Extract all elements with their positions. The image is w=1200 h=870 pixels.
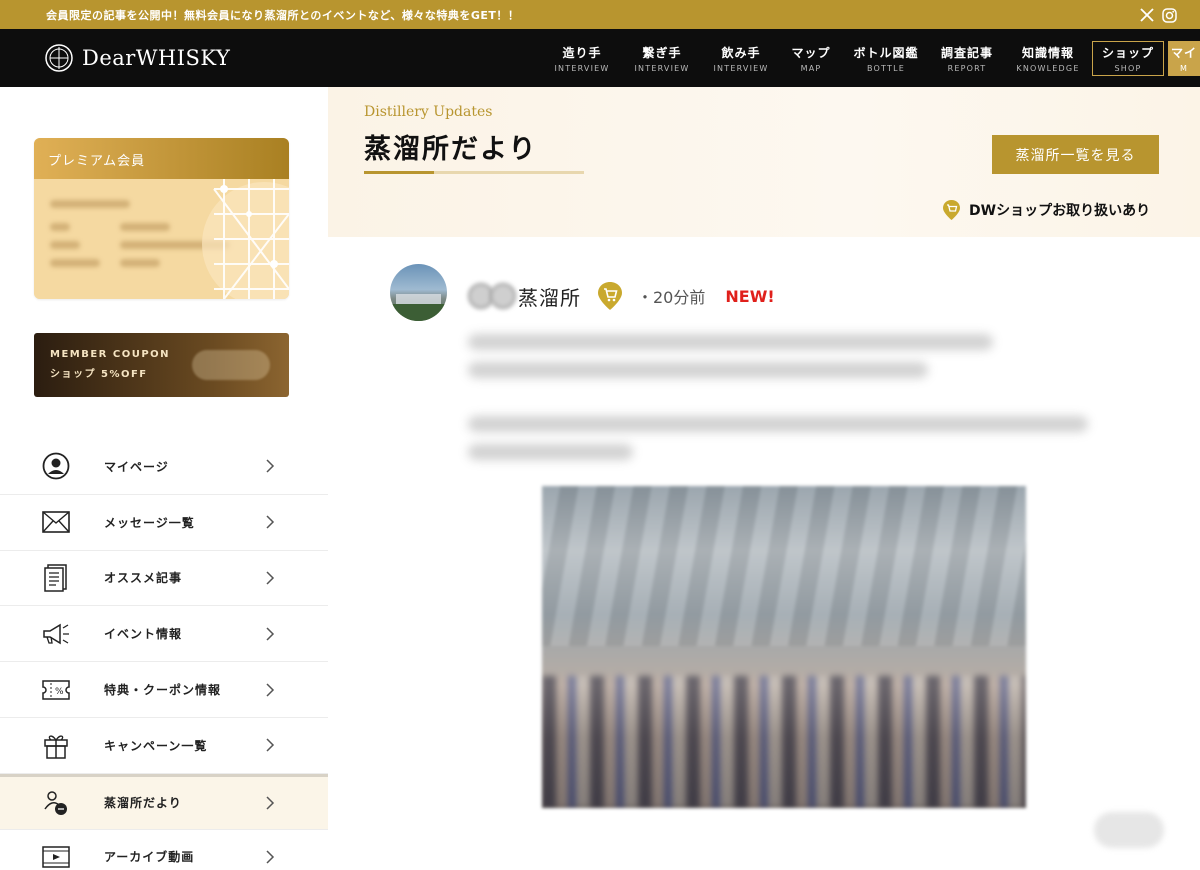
sidebar-item-recommended[interactable]: オススメ記事	[0, 551, 328, 607]
nav-knowledge[interactable]: 知識情報 KNOWLEDGE	[1012, 29, 1084, 87]
sidebar: プレミアム会員 MEMBER COUPON ショップ 5%OFF マイページ メ…	[0, 87, 328, 870]
gift-icon	[41, 730, 71, 760]
shop-pin-icon	[943, 200, 960, 220]
post-author-row: 蒸溜所 ・20分前 NEW!	[468, 281, 775, 311]
user-icon	[41, 451, 71, 481]
blurred-text-line	[468, 362, 928, 378]
sidebar-item-distillery-updates[interactable]: 蒸溜所だより	[0, 773, 328, 830]
page-title: 蒸溜所だより	[364, 134, 538, 165]
page-hero: Distillery Updates 蒸溜所だより 蒸溜所一覧を見る DWショッ…	[328, 87, 1200, 237]
chevron-right-icon	[266, 459, 275, 473]
people-chat-icon	[41, 788, 71, 818]
premium-member-card[interactable]: プレミアム会員	[34, 138, 289, 299]
distillery-avatar[interactable]	[390, 264, 447, 321]
chevron-right-icon	[266, 515, 275, 529]
sidebar-item-messages[interactable]: メッセージ一覧	[0, 495, 328, 551]
blurred-text-line	[468, 334, 993, 350]
coupon-icon: %	[41, 675, 71, 705]
distillery-list-button[interactable]: 蒸溜所一覧を見る	[992, 135, 1159, 174]
blurred-name-part	[490, 283, 516, 309]
card-pattern-graphic	[202, 179, 289, 299]
chevron-right-icon	[266, 850, 275, 864]
coupon-title: MEMBER COUPON	[50, 349, 171, 360]
chevron-right-icon	[266, 738, 275, 752]
sidebar-item-archive-video[interactable]: アーカイブ動画	[0, 830, 328, 870]
page-subtitle: Distillery Updates	[364, 104, 493, 120]
title-underline	[364, 171, 584, 174]
post-time: ・20分前	[637, 288, 706, 307]
new-badge: NEW!	[725, 286, 775, 306]
sidebar-item-events[interactable]: イベント情報	[0, 606, 328, 663]
mail-icon	[41, 507, 71, 537]
chevron-right-icon	[266, 627, 275, 641]
coupon-button[interactable]	[192, 350, 270, 380]
sidebar-item-mypage[interactable]: マイページ	[0, 439, 328, 495]
shop-badge-icon	[598, 282, 622, 310]
sidebar-item-coupons[interactable]: % 特典・クーポン情報	[0, 662, 328, 718]
distillery-name[interactable]: 蒸溜所	[518, 282, 581, 311]
shop-availability-note: DWショップお取り扱いあり	[942, 199, 1150, 221]
nav-map[interactable]: マップ MAP	[786, 29, 836, 87]
logo-text: DearWHISKY	[82, 46, 231, 70]
announcement-bar: 会員限定の記事を公開中！無料会員になり蒸溜所とのイベントなど、様々な特典をGET…	[0, 0, 1200, 29]
x-twitter-icon[interactable]	[1138, 6, 1156, 24]
chevron-right-icon	[266, 571, 275, 585]
post-photo[interactable]	[542, 486, 1026, 808]
nav-shop-button[interactable]: ショップ SHOP	[1092, 41, 1164, 76]
nav-mypage-button[interactable]: マイ M	[1168, 41, 1200, 76]
sidebar-menu: マイページ メッセージ一覧 オススメ記事 イベント情報 % 特典・クーポン情報 …	[0, 439, 328, 870]
blurred-text-line	[468, 444, 633, 460]
site-header: DearWHISKY 造り手 INTERVIEW 繋ぎ手 INTERVIEW 飲…	[0, 29, 1200, 87]
announcement-text[interactable]: 会員限定の記事を公開中！無料会員になり蒸溜所とのイベントなど、様々な特典をGET…	[46, 7, 519, 23]
nav-report[interactable]: 調査記事 REPORT	[936, 29, 998, 87]
nav-drinker-interview[interactable]: 飲み手 INTERVIEW	[707, 29, 775, 87]
megaphone-icon	[41, 619, 71, 649]
video-icon	[41, 842, 71, 870]
member-card-body	[34, 179, 289, 299]
sidebar-item-campaigns[interactable]: キャンペーン一覧	[0, 718, 328, 774]
nav-bottle[interactable]: ボトル図鑑 BOTTLE	[850, 29, 922, 87]
nav-connector-interview[interactable]: 繋ぎ手 INTERVIEW	[628, 29, 696, 87]
floating-chat-button[interactable]	[1094, 812, 1164, 848]
chevron-right-icon	[266, 683, 275, 697]
member-card-title: プレミアム会員	[34, 138, 289, 179]
coupon-discount: ショップ 5%OFF	[50, 369, 148, 380]
blurred-text-line	[468, 416, 1088, 432]
svg-text:%: %	[55, 687, 64, 697]
site-logo[interactable]: DearWHISKY	[44, 43, 230, 73]
article-icon	[41, 563, 71, 593]
member-coupon-banner[interactable]: MEMBER COUPON ショップ 5%OFF	[34, 333, 289, 397]
logo-emblem-icon	[45, 44, 73, 72]
nav-maker-interview[interactable]: 造り手 INTERVIEW	[548, 29, 616, 87]
instagram-icon[interactable]	[1160, 6, 1178, 24]
chevron-right-icon	[266, 796, 275, 810]
